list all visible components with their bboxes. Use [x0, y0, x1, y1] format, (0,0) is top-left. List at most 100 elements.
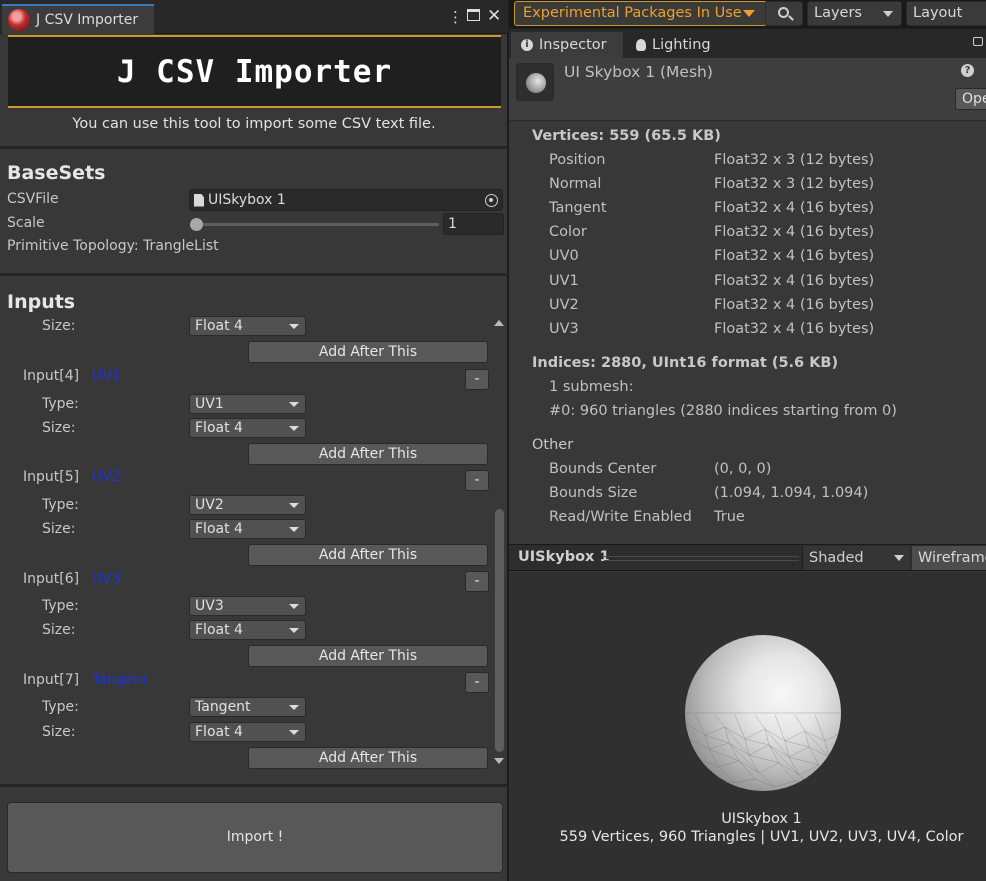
shading-mode-dropdown[interactable]: Shaded: [802, 546, 910, 570]
dropdown-arrow-icon: [289, 604, 299, 609]
type-dropdown[interactable]: UV2: [189, 495, 306, 515]
input-title: Input[6]: [23, 571, 80, 587]
shading-mode-value: Shaded: [809, 550, 864, 566]
submesh-count: 1 submesh:: [549, 379, 634, 395]
scale-slider-thumb[interactable]: [190, 218, 203, 231]
other-name: Bounds Size: [549, 485, 638, 501]
dropdown-arrow-icon: [289, 527, 299, 532]
preview-drag-handle[interactable]: [604, 556, 799, 561]
scroll-up-arrow-icon[interactable]: [494, 320, 504, 326]
attribute-format: Float32 x 4 (16 bytes): [714, 297, 875, 313]
tab-inspector[interactable]: i Inspector: [511, 32, 623, 58]
lightbulb-icon: [636, 39, 646, 51]
scrollbar-thumb[interactable]: [495, 509, 504, 752]
input-kind: UV3: [92, 571, 121, 587]
size-label: Size:: [42, 521, 76, 537]
import-button[interactable]: Import !: [7, 802, 503, 873]
remove-input-button[interactable]: -: [465, 470, 489, 491]
add-after-button[interactable]: Add After This: [248, 341, 488, 363]
text-file-icon: [194, 193, 204, 207]
divider: [0, 146, 508, 149]
banner: J CSV Importer: [8, 35, 501, 108]
layers-dropdown[interactable]: Layers: [807, 1, 902, 26]
maximize-icon[interactable]: [467, 9, 480, 21]
attribute-name: UV1: [549, 273, 579, 289]
tab-csv-importer[interactable]: J CSV Importer: [2, 4, 154, 34]
type-dropdown[interactable]: Tangent: [189, 697, 306, 717]
add-after-button[interactable]: Add After This: [248, 747, 488, 769]
lock-icon[interactable]: [973, 37, 983, 46]
info-icon: i: [521, 39, 533, 51]
dropdown-arrow-icon: [289, 503, 299, 508]
more-options-icon[interactable]: ⋮: [448, 8, 463, 26]
size-dropdown[interactable]: Float 4: [189, 316, 306, 336]
layout-dropdown[interactable]: Layout: [906, 1, 986, 26]
help-icon[interactable]: ?: [961, 64, 974, 77]
remove-input-button[interactable]: -: [465, 369, 489, 390]
topology-text: Primitive Topology: TrangleList: [7, 238, 219, 254]
scale-input[interactable]: 1: [443, 213, 504, 235]
input-kind: UV1: [92, 368, 121, 384]
size-dropdown[interactable]: Float 4: [189, 722, 306, 742]
type-dropdown[interactable]: UV1: [189, 394, 306, 414]
wireframe-toggle[interactable]: Wireframe: [912, 546, 986, 570]
csv-importer-window: J CSV Importer ⋮ ✕ J CSV Importer You ca…: [0, 0, 508, 881]
remove-input-button[interactable]: -: [465, 672, 489, 693]
add-after-button[interactable]: Add After This: [248, 544, 488, 566]
experimental-packages-label: Experimental Packages In Use: [523, 5, 742, 21]
object-picker-icon[interactable]: [485, 194, 498, 207]
csvfile-object-field[interactable]: UISkybox 1: [189, 189, 503, 211]
tab-lighting-label: Lighting: [652, 37, 711, 53]
editor-toolbar: Experimental Packages In Use Layers Layo…: [509, 0, 986, 28]
window-tabbar: J CSV Importer ⋮ ✕: [0, 0, 508, 34]
attribute-name: UV2: [549, 297, 579, 313]
attribute-format: Float32 x 4 (16 bytes): [714, 321, 875, 337]
preview-caption-name: UISkybox 1: [721, 811, 802, 827]
preview-header: UISkybox 1 Shaded Wireframe: [509, 544, 986, 571]
attribute-format: Float32 x 4 (16 bytes): [714, 248, 875, 264]
dropdown-arrow-icon: [289, 402, 299, 407]
scroll-down-arrow-icon[interactable]: [494, 758, 504, 764]
remove-input-button[interactable]: -: [465, 571, 489, 592]
type-label: Type:: [42, 598, 79, 614]
tool-description: You can use this tool to import some CSV…: [72, 116, 436, 132]
tab-title: J CSV Importer: [36, 12, 139, 28]
type-label: Type:: [42, 497, 79, 513]
layers-label: Layers: [814, 5, 862, 21]
vertices-header: Vertices: 559 (65.5 KB): [532, 128, 721, 144]
attribute-format: Float32 x 4 (16 bytes): [714, 224, 875, 240]
attribute-format: Float32 x 3 (12 bytes): [714, 152, 875, 168]
other-value: (1.094, 1.094, 1.094): [714, 485, 869, 501]
type-dropdown[interactable]: UV3: [189, 596, 306, 616]
inspector-window: i Inspector Lighting UI Skybox 1 (Mesh) ?…: [509, 29, 986, 881]
size-label: Size:: [42, 724, 76, 740]
mesh-preview[interactable]: UISkybox 1 559 Vertices, 960 Triangles |…: [509, 572, 986, 881]
close-icon[interactable]: ✕: [487, 6, 501, 26]
size-dropdown[interactable]: Float 4: [189, 519, 306, 539]
size-dropdown-value: Float 4: [195, 724, 243, 740]
open-button[interactable]: Ope: [955, 88, 986, 110]
scale-slider-track[interactable]: [196, 223, 439, 226]
basesets-title: BaseSets: [7, 162, 106, 184]
size-dropdown-value: Float 4: [195, 521, 243, 537]
search-button[interactable]: [765, 1, 803, 26]
size-dropdown[interactable]: Float 4: [189, 418, 306, 438]
tab-lighting[interactable]: Lighting: [626, 32, 736, 58]
csvfile-value: UISkybox 1: [208, 192, 286, 208]
type-dropdown-value: UV3: [195, 598, 224, 614]
attribute-name: Tangent: [549, 200, 607, 216]
add-after-button[interactable]: Add After This: [248, 645, 488, 667]
experimental-packages-dropdown[interactable]: Experimental Packages In Use: [514, 1, 767, 26]
mesh-name: UI Skybox 1 (Mesh): [564, 63, 713, 81]
dropdown-arrow-icon: [289, 705, 299, 710]
size-dropdown[interactable]: Float 4: [189, 620, 306, 640]
divider: [0, 784, 508, 787]
add-after-button[interactable]: Add After This: [248, 443, 488, 465]
attribute-format: Float32 x 4 (16 bytes): [714, 200, 875, 216]
attribute-format: Float32 x 4 (16 bytes): [714, 273, 875, 289]
input-title: Input[5]: [23, 469, 80, 485]
layout-label: Layout: [913, 5, 963, 21]
sphere-mesh-preview: [685, 635, 841, 791]
dropdown-arrow-icon: [289, 628, 299, 633]
dropdown-arrow-icon: [289, 426, 299, 431]
